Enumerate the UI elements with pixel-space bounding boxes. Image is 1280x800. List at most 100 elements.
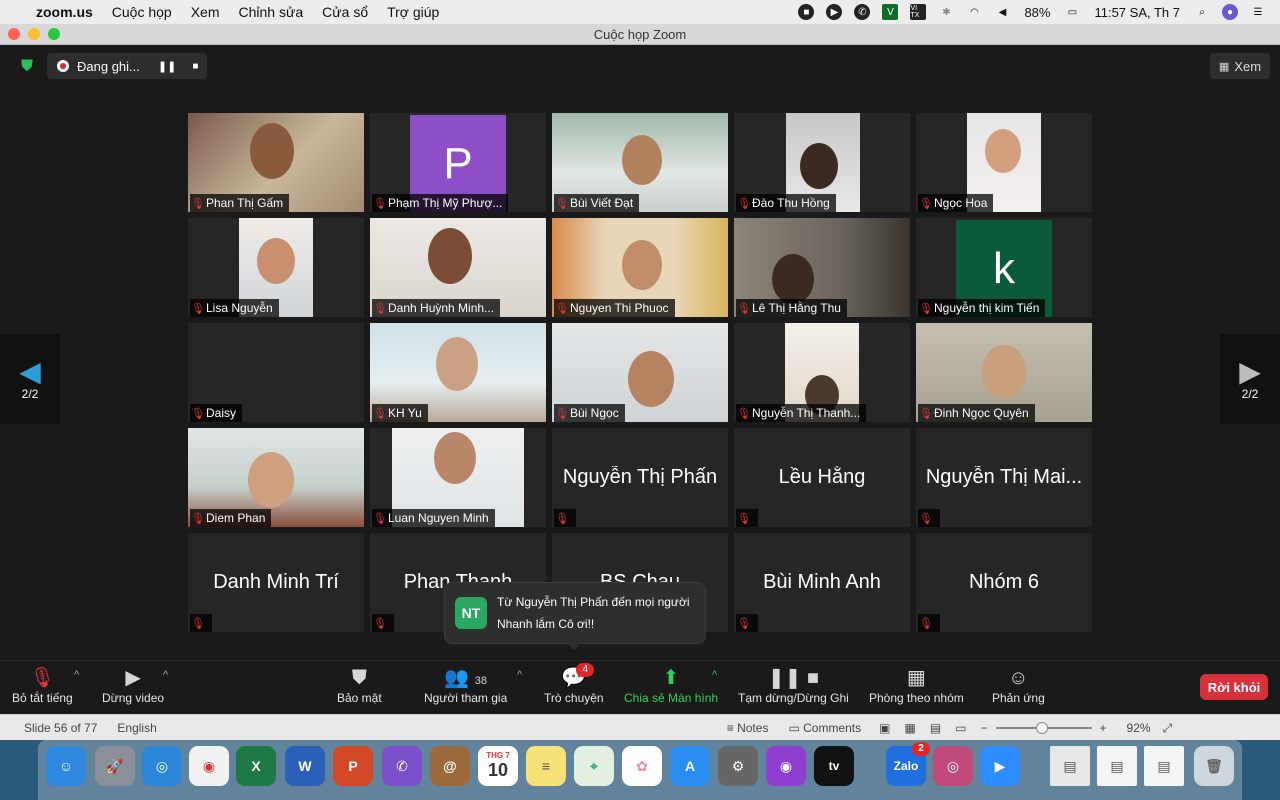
participant-tile[interactable]: 🎙 Luan Nguyen Minh (370, 428, 546, 527)
document-preview-icon[interactable]: ▤ (1097, 746, 1137, 786)
zoom-tray-icon[interactable]: ▶ (826, 4, 843, 20)
control-center-icon[interactable]: ☰ (1250, 4, 1266, 20)
participant-tile[interactable]: 🎙 Bùi Viết Đạt (552, 113, 728, 212)
participant-tile[interactable]: 🎙 Daisy (188, 323, 364, 422)
view-button[interactable]: ▦ Xem (1210, 53, 1270, 79)
pause-stop-recording-button[interactable]: ❚❚ ■ Tạm dừng/Dừng Ghi (738, 665, 849, 705)
safari-icon[interactable]: ◎ (142, 746, 182, 786)
menu-window[interactable]: Cửa sổ (322, 4, 368, 20)
leave-meeting-button[interactable]: Rời khỏi (1200, 674, 1268, 700)
normal-view-icon[interactable]: ▣ (879, 721, 890, 735)
participant-tile[interactable]: Nguyễn Thị Phấn 🎙 (552, 428, 728, 527)
volume-icon[interactable]: ◀ (994, 4, 1010, 20)
camera-app-icon[interactable]: ◎ (933, 746, 973, 786)
siri-icon[interactable]: ● (1222, 4, 1238, 20)
v-tray-icon[interactable]: V (882, 4, 899, 20)
participants-button[interactable]: 👥 38 Người tham gia (424, 665, 507, 705)
vitx-tray-icon[interactable]: VI TX (910, 4, 927, 20)
launchpad-icon[interactable]: 🚀 (95, 746, 135, 786)
language-indicator[interactable]: English (117, 721, 156, 735)
stop-recording-icon[interactable]: ■ (192, 61, 198, 72)
spotlight-search-icon[interactable]: ⌕ (1194, 4, 1210, 20)
maps-icon[interactable]: ⌖ (574, 746, 614, 786)
calendar-icon[interactable]: THG 7 10 (478, 746, 518, 786)
participant-tile[interactable]: Nhóm 6 🎙 (916, 533, 1092, 632)
menu-app[interactable]: zoom.us (36, 4, 93, 20)
notes-app-icon[interactable]: ≡ (526, 746, 566, 786)
battery-icon[interactable]: ▭ (1064, 4, 1080, 20)
document-preview-icon[interactable]: ▤ (1144, 746, 1184, 786)
menu-view[interactable]: Xem (191, 4, 220, 20)
reactions-button[interactable]: ☺ Phản ứng (992, 665, 1045, 705)
viber-tray-icon[interactable]: ✆ (854, 4, 871, 20)
participant-tile[interactable]: P 🎙 Phạm Thị Mỹ Phượ... (370, 113, 546, 212)
contacts-icon[interactable]: @ (430, 746, 470, 786)
comments-button[interactable]: ▭ Comments (788, 721, 861, 735)
stop-icon[interactable]: ■ (798, 4, 815, 20)
audio-options-chevron-icon[interactable]: ^ (74, 669, 79, 681)
zoom-out-button[interactable]: − (981, 721, 988, 735)
participant-tile[interactable]: 🎙 Lisa Nguyễn (188, 218, 364, 317)
word-icon[interactable]: W (285, 746, 325, 786)
previous-page-button[interactable]: ◀ 2/2 (0, 334, 60, 424)
zoom-percent[interactable]: 92% (1127, 721, 1151, 735)
participants-chevron-icon[interactable]: ^ (517, 669, 522, 681)
participant-tile[interactable]: 🎙 Bùi Ngọc (552, 323, 728, 422)
chat-button[interactable]: 💬 4 Trò chuyện (544, 663, 604, 705)
zoom-in-button[interactable]: + (1100, 721, 1107, 735)
participant-tile[interactable]: Nguyễn Thị Mai... 🎙 (916, 428, 1092, 527)
participant-tile[interactable]: 🎙 Nguyễn Thị Thanh... (734, 323, 910, 422)
chrome-icon[interactable]: ◉ (189, 746, 229, 786)
zoom-window-button[interactable] (48, 28, 60, 40)
chat-notification[interactable]: NT Từ Nguyễn Thị Phấn đến mọi người Nhan… (444, 582, 706, 650)
encryption-shield-icon[interactable]: ⛊ (17, 57, 37, 77)
next-page-button[interactable]: ▶ 2/2 (1220, 334, 1280, 424)
share-screen-button[interactable]: ⬆ Chia sẻ Màn hình (624, 665, 718, 705)
participant-tile[interactable]: 🎙 Danh Huỳnh Minh... (370, 218, 546, 317)
participant-tile[interactable]: 🎙 Nguyen Thi Phuoc (552, 218, 728, 317)
zoom-app-icon[interactable]: ▶ (980, 746, 1020, 786)
powerpoint-icon[interactable]: P (333, 746, 373, 786)
close-window-button[interactable] (8, 28, 20, 40)
notes-button[interactable]: ≡ Notes (727, 721, 769, 735)
excel-icon[interactable]: X (236, 746, 276, 786)
menu-edit[interactable]: Chỉnh sửa (239, 4, 304, 20)
photos-icon[interactable]: ✿ (622, 746, 662, 786)
breakout-rooms-button[interactable]: ▦ Phòng theo nhóm (869, 665, 964, 705)
menubar-clock[interactable]: 11:57 SA, Th 7 (1094, 5, 1180, 20)
menu-help[interactable]: Trợ giúp (387, 4, 439, 20)
fit-slide-icon[interactable]: ⤢ (1163, 721, 1173, 736)
document-preview-icon[interactable]: ▤ (1050, 746, 1090, 786)
participant-tile[interactable]: 🎙 Lê Thị Hằng Thu (734, 218, 910, 317)
participant-tile[interactable]: Bùi Minh Anh 🎙 (734, 533, 910, 632)
viber-icon[interactable]: ✆ (382, 746, 422, 786)
participant-tile[interactable]: 🎙 KH Yu (370, 323, 546, 422)
finder-icon[interactable]: ☺ (46, 746, 86, 786)
participant-tile[interactable]: 🎙 Ngọc Hoa (916, 113, 1092, 212)
share-options-chevron-icon[interactable]: ^ (712, 669, 717, 681)
participant-tile[interactable]: k 🎙 Nguyễn thị kim Tiến (916, 218, 1092, 317)
apple-tv-icon[interactable]: tv (814, 746, 854, 786)
security-button[interactable]: ⛊ Bảo mật (337, 665, 382, 705)
pause-recording-icon[interactable]: ❚❚ (158, 60, 176, 73)
participant-tile[interactable]: 🎙 Đào Thu Hồng (734, 113, 910, 212)
zoom-slider-thumb[interactable] (1035, 722, 1048, 734)
participant-tile[interactable]: Lều Hằng 🎙 (734, 428, 910, 527)
participant-tile[interactable]: 🎙 Diem Phan (188, 428, 364, 527)
bluetooth-icon[interactable]: ✱ (938, 4, 954, 20)
trash-icon[interactable]: 🗑 (1194, 746, 1234, 786)
zalo-icon[interactable]: Zalo 2 (886, 742, 930, 786)
participant-tile[interactable]: 🎙 Đinh Ngọc Quyên (916, 323, 1092, 422)
participant-tile[interactable]: 🎙 Phan Thị Gấm (188, 113, 364, 212)
unmute-button[interactable]: 🎙 Bỏ tắt tiếng (12, 665, 73, 705)
participant-tile[interactable]: Danh Minh Trí 🎙 (188, 533, 364, 632)
stop-video-button[interactable]: ▶ Dừng video (102, 665, 164, 705)
menu-meeting[interactable]: Cuộc họp (112, 4, 172, 20)
slideshow-icon[interactable]: ▭ (955, 721, 966, 735)
minimize-window-button[interactable] (28, 28, 40, 40)
wifi-icon[interactable]: ◠ (966, 4, 982, 20)
system-preferences-icon[interactable]: ⚙ (718, 746, 758, 786)
zoom-slider[interactable] (995, 722, 1092, 734)
video-options-chevron-icon[interactable]: ^ (163, 669, 168, 681)
slide-sorter-icon[interactable]: ▦ (904, 721, 915, 735)
